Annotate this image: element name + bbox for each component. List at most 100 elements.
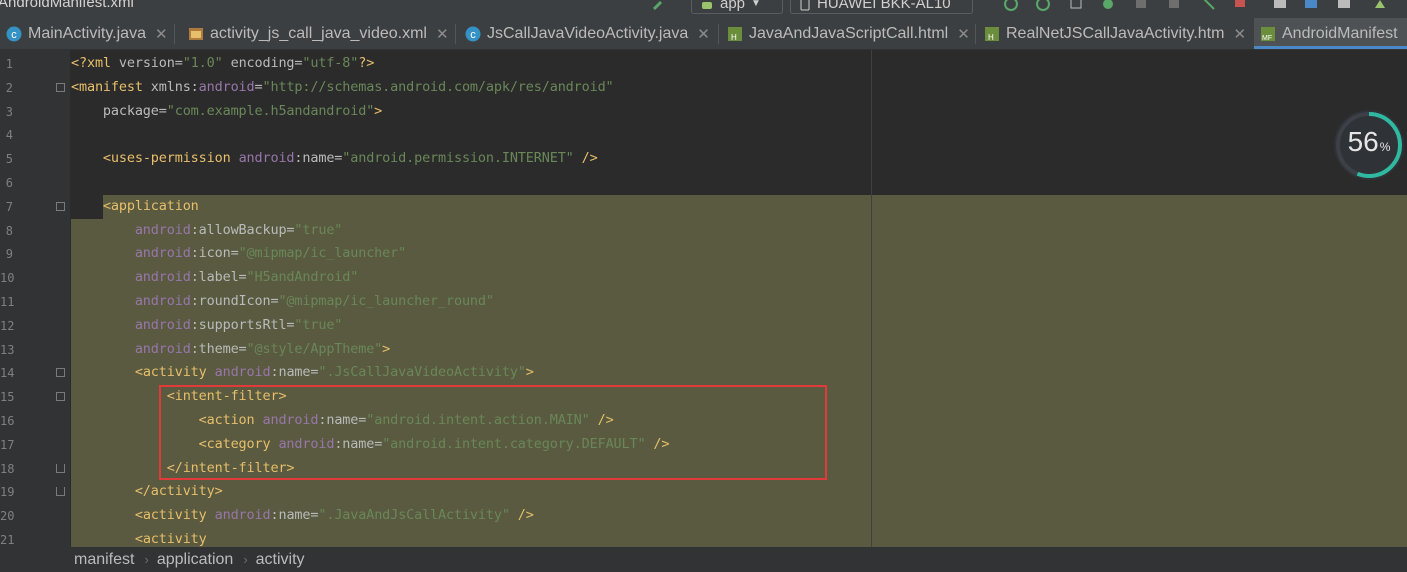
fold-marker-icon[interactable] — [56, 368, 65, 378]
tab-js-call-video[interactable]: c JsCallJavaVideoActivity.java ✕ — [459, 18, 715, 49]
line-number: 10 — [0, 271, 15, 286]
tab-js-call-html[interactable]: H JavaAndJavaScriptCall.html ✕ — [721, 18, 972, 49]
code-token: <? — [71, 55, 87, 71]
tab-android-manifest[interactable]: MF AndroidManifest — [1254, 18, 1407, 49]
fold-marker-icon[interactable] — [56, 82, 65, 92]
code-token: < — [134, 531, 143, 547]
code-line: android:allowBackup="true" — [71, 219, 343, 241]
close-icon[interactable]: ✕ — [436, 25, 449, 43]
close-icon[interactable]: ✕ — [957, 25, 970, 43]
code-token: "com.example.h5andandroid" — [166, 102, 375, 119]
stop-icon[interactable] — [1232, 0, 1248, 12]
code-token: > — [382, 340, 391, 357]
line-number: 9 — [5, 247, 13, 262]
line-number: 17 — [0, 437, 15, 452]
tab-label: RealNetJSCallJavaActivity.htm — [1006, 24, 1225, 42]
line-number: 18 — [0, 461, 15, 476]
tab-main-activity[interactable]: c MainActivity.java ✕ — [0, 18, 173, 49]
breadcrumb-manifest[interactable]: manifest — [74, 551, 134, 569]
code-token: manifest — [78, 78, 143, 95]
line-number: 20 — [0, 509, 15, 524]
line-number: 1 — [5, 57, 13, 71]
phone-icon — [800, 0, 810, 10]
device-manager-icon[interactable] — [1336, 0, 1352, 12]
line-number: 3 — [5, 104, 13, 119]
code-token: "H5andAndroid" — [246, 269, 359, 286]
android-sdk-icon[interactable] — [1372, 0, 1388, 12]
close-icon[interactable]: ✕ — [1233, 25, 1246, 43]
html-file-icon: H — [728, 26, 742, 42]
apply-changes-icon[interactable] — [1003, 0, 1019, 12]
tab-realnet-htm[interactable]: H RealNetJSCallJavaActivity.htm ✕ — [978, 18, 1248, 49]
code-token: xmlns: — [142, 78, 199, 95]
code-token: < — [134, 364, 143, 381]
code-line: android:theme="@style/AppTheme"> — [71, 338, 390, 360]
line-number: 15 — [0, 390, 15, 405]
fold-marker-icon[interactable] — [56, 201, 65, 211]
debug-bug-icon[interactable] — [1100, 0, 1116, 12]
code-line: android:icon="@mipmap/ic_launcher" — [71, 242, 406, 264]
code-token: "utf-8" — [302, 55, 359, 71]
run-config-select[interactable]: app ▼ — [691, 0, 783, 14]
build-hammer-icon[interactable] — [652, 0, 668, 12]
code-token: :theme= — [190, 340, 247, 357]
code-token: :name= — [270, 364, 319, 381]
attach-debugger-icon[interactable] — [1166, 0, 1182, 12]
project-structure-icon[interactable] — [1303, 0, 1319, 12]
code-token: "true" — [294, 221, 343, 238]
breadcrumb-activity[interactable]: activity — [256, 551, 305, 569]
tab-label: activity_js_call_java_video.xml — [210, 24, 427, 42]
code-line: </activity> — [71, 480, 223, 502]
svg-text:c: c — [11, 29, 17, 41]
code-line: android:roundIcon="@mipmap/ic_launcher_r… — [71, 290, 494, 312]
fold-marker-icon[interactable] — [56, 392, 65, 402]
close-icon[interactable]: ✕ — [697, 25, 710, 43]
svg-text:H: H — [731, 33, 737, 42]
tab-label: JsCallJavaVideoActivity.java — [487, 24, 689, 42]
code-token: :label= — [190, 269, 247, 286]
code-token: > — [214, 483, 223, 500]
code-token: </ — [134, 483, 151, 500]
code-token: uses-permission — [110, 150, 231, 167]
stop-arrow-icon[interactable] — [1201, 0, 1217, 12]
sdk-manager-icon[interactable] — [1272, 0, 1288, 12]
code-token: activity — [142, 531, 207, 547]
close-icon[interactable]: ✕ — [155, 25, 168, 43]
code-token: "http://schemas.android.com/apk/res/andr… — [262, 78, 614, 95]
fold-marker-icon[interactable] — [56, 463, 65, 473]
code-token: android — [134, 245, 191, 262]
code-token: > — [374, 102, 383, 119]
code-token: android — [134, 293, 191, 309]
code-token: :name= — [270, 507, 319, 524]
fold-marker-icon[interactable] — [56, 487, 65, 497]
device-label: HUAWEI BKK-AL10 — [817, 0, 951, 12]
code-editor[interactable]: 1 2 3 4 5 6 7 8 9 10 11 12 13 14 15 16 17 18 19 20 21 <?xml … — [0, 50, 1407, 547]
code-line: <manifest xmlns:android="http://schemas.… — [71, 76, 614, 98]
sync-icon[interactable] — [1068, 0, 1084, 12]
device-select[interactable]: HUAWEI BKK-AL10 — [790, 0, 973, 14]
profile-icon[interactable] — [1133, 0, 1149, 12]
tab-activity-layout[interactable]: activity_js_call_java_video.xml ✕ — [182, 18, 450, 49]
right-margin-guide — [871, 50, 872, 547]
manifest-file-icon: MF — [1261, 26, 1275, 42]
code-token: activity — [150, 483, 215, 500]
memory-usage-value: 56% — [1347, 126, 1391, 157]
code-token: ".JsCallJavaVideoActivity" — [318, 364, 526, 381]
code-token: < — [102, 197, 111, 214]
apply-code-changes-icon[interactable] — [1035, 0, 1051, 12]
editor-tab-bar: c MainActivity.java ✕ activity_js_call_j… — [0, 18, 1407, 50]
intent-filter-highlight-box — [159, 385, 827, 480]
code-token: android — [214, 507, 271, 524]
breadcrumb-application[interactable]: application — [157, 551, 234, 569]
